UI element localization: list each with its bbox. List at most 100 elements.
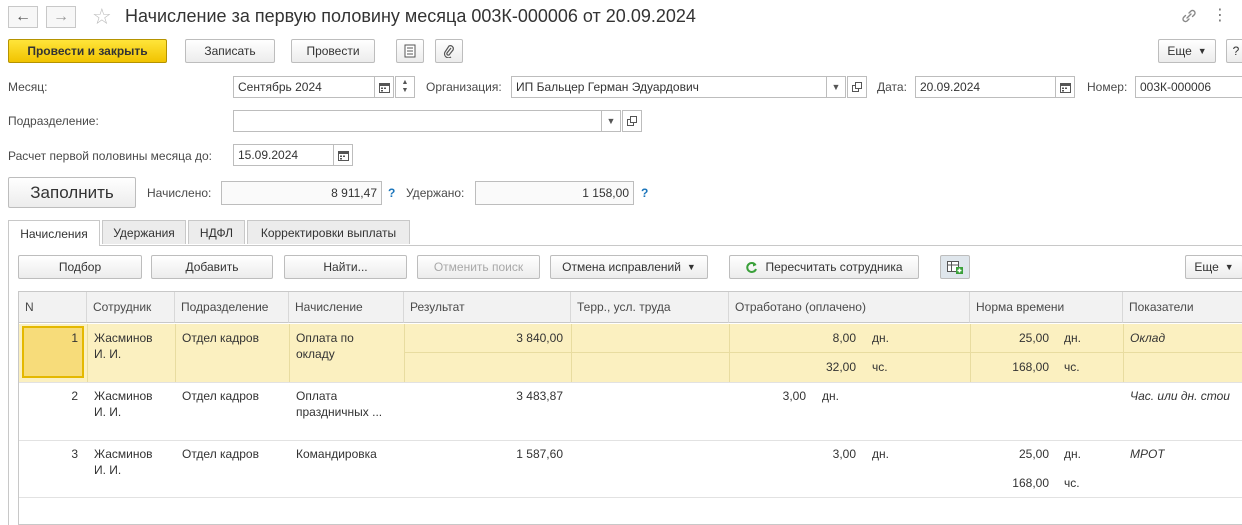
indicator: МРОТ — [1130, 447, 1165, 461]
caret-down-icon: ▼ — [1197, 46, 1207, 56]
worked-value: 3,00 — [782, 389, 806, 403]
department: Отдел кадров — [182, 331, 259, 345]
column-header-accrual[interactable]: Начисление — [289, 292, 404, 323]
norm-value: 168,00 — [1012, 476, 1049, 490]
worked-value: 8,00 — [832, 331, 856, 345]
spin-down-icon: ▼ — [401, 87, 409, 94]
spin-up-icon: ▲ — [401, 79, 409, 86]
column-header-territory[interactable]: Терр., усл. труда — [571, 292, 729, 323]
number-field[interactable]: 003К-000006 — [1135, 76, 1242, 98]
fill-button[interactable]: Заполнить — [8, 177, 136, 208]
department: Отдел кадров — [182, 447, 259, 461]
open-window-icon — [852, 82, 862, 92]
cancel-search-button[interactable]: Отменить поиск — [417, 255, 540, 279]
open-window-icon — [627, 116, 637, 126]
tab-panel-border — [8, 245, 9, 525]
department-open-button[interactable] — [622, 110, 642, 132]
arrow-right-icon: → — [53, 8, 69, 25]
recalculate-employee-button[interactable]: Пересчитать сотрудника — [729, 255, 919, 279]
department-label: Подразделение: — [8, 114, 99, 128]
tab-accruals[interactable]: Начисления — [8, 220, 100, 246]
indicator: Оклад — [1130, 331, 1166, 345]
employee-name: Жасминов — [94, 447, 153, 461]
paperclip-icon — [443, 45, 454, 58]
organization-dropdown-button[interactable]: ▼ — [826, 76, 846, 98]
chevron-down-icon: ▼ — [831, 82, 841, 92]
number-label: Номер: — [1087, 80, 1128, 94]
link-icon[interactable] — [1180, 6, 1198, 26]
more-vert-icon[interactable]: ⋮ — [1212, 8, 1228, 24]
worked-unit: дн. — [872, 447, 889, 461]
norm-unit: чс. — [1064, 476, 1080, 490]
find-button[interactable]: Найти... — [284, 255, 407, 279]
page-title: Начисление за первую половину месяца 003… — [125, 6, 696, 26]
tab-divider — [100, 245, 1242, 246]
column-header-worked[interactable]: Отработано (оплачено) — [729, 292, 970, 323]
employee-name: Жасминов — [94, 331, 153, 345]
column-header-indicators[interactable]: Показатели — [1123, 292, 1242, 323]
calc-until-calendar-button[interactable] — [333, 144, 353, 166]
month-field[interactable]: Сентябрь 2024 — [233, 76, 375, 98]
date-label: Дата: — [877, 80, 907, 94]
norm-unit: дн. — [1064, 331, 1081, 345]
calendar-button[interactable] — [374, 76, 394, 98]
column-header-n[interactable]: N — [19, 292, 87, 323]
accrual-type: Оплата по — [296, 331, 354, 345]
accrual-type-cont: праздничных ... — [296, 405, 383, 419]
caret-down-icon: ▼ — [686, 262, 696, 272]
forward-button[interactable]: → — [46, 6, 76, 28]
accrued-label: Начислено: — [147, 186, 212, 200]
tab-payment-corrections[interactable]: Корректировки выплаты — [247, 220, 410, 244]
organization-field[interactable]: ИП Бальцер Герман Эдуардович — [511, 76, 827, 98]
table-settings-button[interactable] — [940, 255, 970, 279]
tab-deductions[interactable]: Удержания — [102, 220, 186, 244]
column-header-norm[interactable]: Норма времени — [970, 292, 1123, 323]
result: 1 587,60 — [516, 447, 563, 461]
document-list-button[interactable] — [396, 39, 424, 63]
date-field[interactable]: 20.09.2024 — [915, 76, 1056, 98]
row-number: 2 — [71, 389, 78, 403]
norm-unit: чс. — [1064, 360, 1080, 374]
worked-unit: чс. — [872, 360, 888, 374]
employee-initials: И. И. — [94, 347, 122, 361]
cancel-corrections-button[interactable]: Отмена исправлений ▼ — [550, 255, 708, 279]
add-button[interactable]: Добавить — [151, 255, 273, 279]
more-menu-button[interactable]: Еще ▼ — [1158, 39, 1216, 63]
table-more-button[interactable]: Еще ▼ — [1185, 255, 1242, 279]
arrow-left-icon: ← — [15, 8, 31, 25]
accrual-type-cont: окладу — [296, 347, 335, 361]
department-dropdown-button[interactable]: ▼ — [601, 110, 621, 132]
norm-value: 168,00 — [1012, 360, 1049, 374]
calc-until-field[interactable]: 15.09.2024 — [233, 144, 334, 166]
column-header-employee[interactable]: Сотрудник — [87, 292, 175, 323]
norm-unit: дн. — [1064, 447, 1081, 461]
date-calendar-button[interactable] — [1055, 76, 1075, 98]
tab-ndfl[interactable]: НДФЛ — [188, 220, 245, 244]
row-number: 1 — [71, 331, 78, 345]
save-button[interactable]: Записать — [185, 39, 275, 63]
organization-open-button[interactable] — [847, 76, 867, 98]
help-button[interactable]: ? — [1226, 39, 1242, 63]
norm-value: 25,00 — [1018, 447, 1049, 461]
employee-initials: И. И. — [94, 463, 122, 477]
favorite-star-icon[interactable]: ☆ — [92, 4, 112, 30]
back-button[interactable]: ← — [8, 6, 38, 28]
post-button[interactable]: Провести — [291, 39, 375, 63]
row-number: 3 — [71, 447, 78, 461]
month-spinner[interactable]: ▲ ▼ — [395, 76, 415, 98]
withheld-help-icon[interactable]: ? — [641, 186, 648, 200]
column-header-department[interactable]: Подразделение — [175, 292, 289, 323]
chevron-down-icon: ▼ — [606, 116, 616, 126]
worked-unit: дн. — [872, 331, 889, 345]
select-button[interactable]: Подбор — [18, 255, 142, 279]
department-field[interactable] — [233, 110, 602, 132]
department: Отдел кадров — [182, 389, 259, 403]
accrued-field: 8 911,47 — [221, 181, 382, 205]
refresh-icon — [746, 261, 758, 273]
month-label: Месяц: — [8, 80, 48, 94]
attach-button[interactable] — [435, 39, 463, 63]
accrued-help-icon[interactable]: ? — [388, 186, 395, 200]
post-and-close-button[interactable]: Провести и закрыть — [8, 39, 167, 63]
withheld-label: Удержано: — [406, 186, 465, 200]
column-header-result[interactable]: Результат — [404, 292, 571, 323]
